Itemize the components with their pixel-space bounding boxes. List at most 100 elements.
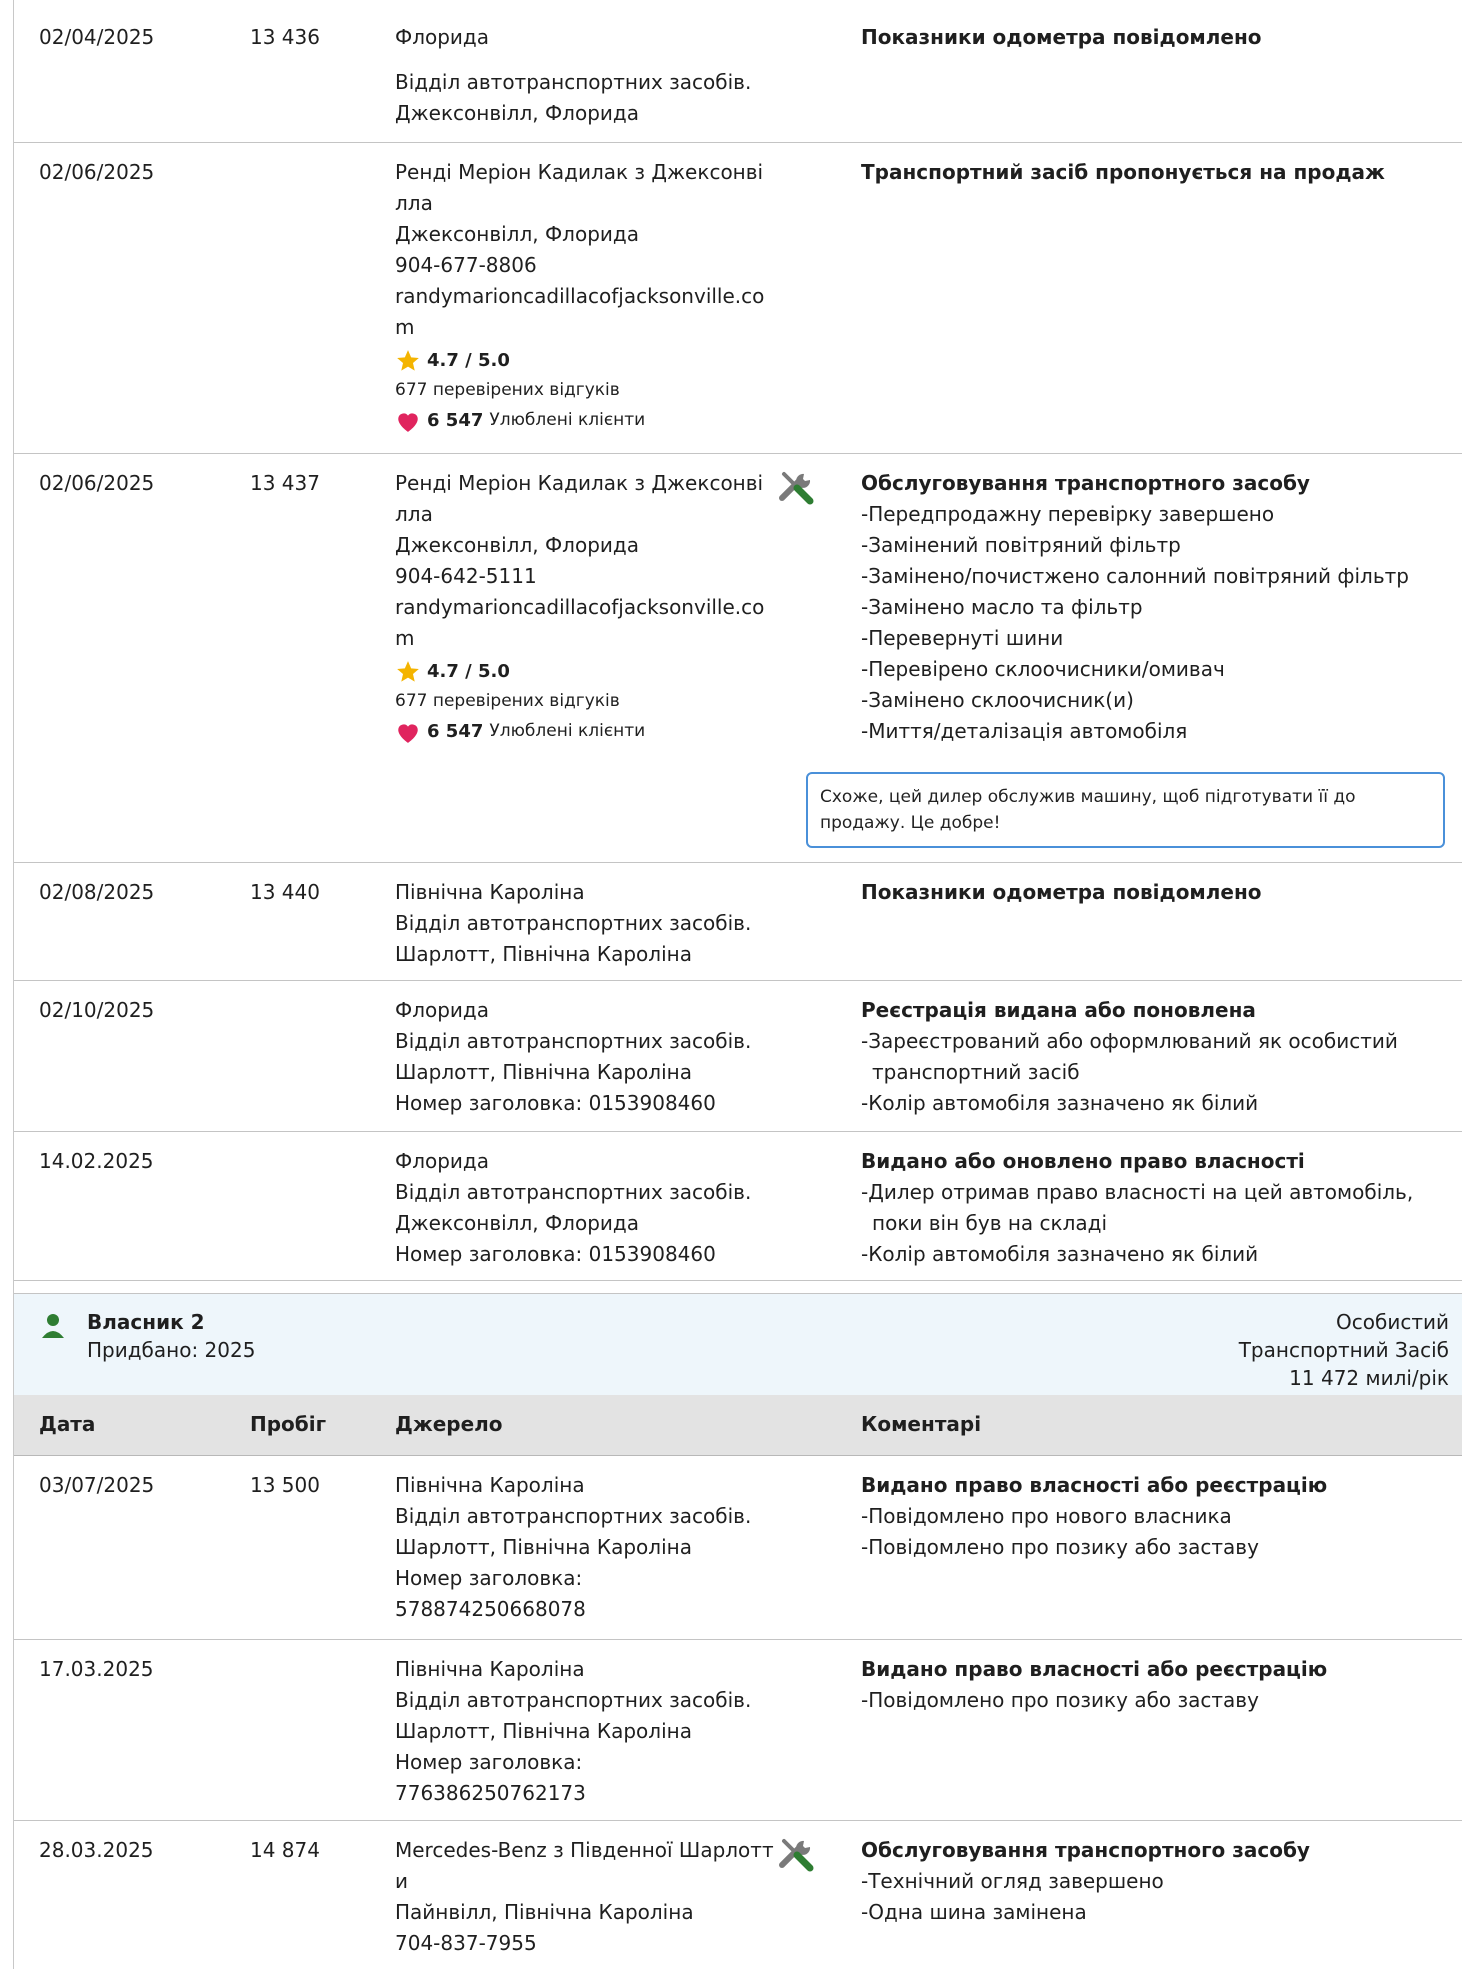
owner-summary: Особистий Транспортний Засіб 11 472 милі… <box>1239 1308 1449 1392</box>
comment-item: -Повідомлено про позику або заставу <box>861 1535 1259 1559</box>
comment-item: -Повідомлено про нового власника <box>861 1504 1232 1528</box>
source-line: Флорида <box>395 25 490 49</box>
phone-link[interactable]: 904-677-8806 <box>395 250 775 281</box>
rating-value: 4.7 / 5.0 <box>427 661 510 682</box>
history-row: 17.03.2025 Північна Кароліна Відділ авто… <box>14 1640 1462 1821</box>
owner-header: Власник 2 Придбано: 2025 Особистий Транс… <box>14 1293 1462 1396</box>
source-line: Флорида <box>395 1149 490 1173</box>
comment-item: -Повідомлено про позику або заставу <box>861 1688 1259 1712</box>
history-row: 02/04/2025 13 436 Флорида Відділ автотра… <box>14 0 1462 143</box>
source-line: Відділ автотранспортних засобів. <box>395 911 752 935</box>
title-number-label: Номер заголовка: <box>395 1750 583 1774</box>
row-mileage: 14 874 <box>250 1838 320 1862</box>
source-line: Північна Кароліна <box>395 1473 585 1497</box>
source-line: Джексонвілл, Флорида <box>395 533 639 557</box>
favorites-count: 6 547 <box>427 410 484 431</box>
source-line: Пайнвілл, Північна Кароліна <box>395 1900 694 1924</box>
reviews-link[interactable]: 677 перевірених відгуків <box>395 376 775 405</box>
source-line: Північна Кароліна <box>395 880 585 904</box>
source-line: Шарлотт, Північна Кароліна <box>395 1060 692 1084</box>
comment-title: Видано право власності або реєстрацію <box>861 1473 1328 1497</box>
dealer-name-link[interactable]: Mercedes-Benz з Південної Шарлотти <box>395 1835 775 1897</box>
row-source: Ренді Меріон Кадилак з Джексонвілла Джек… <box>395 468 775 747</box>
row-source: Флорида Відділ автотранспортних засобів.… <box>395 1146 775 1270</box>
comment-item: -Перевернуті шини <box>861 626 1064 650</box>
row-date: 28.03.2025 <box>39 1838 154 1862</box>
history-row: 03/07/2025 13 500 Північна Кароліна Відд… <box>14 1456 1462 1640</box>
dealer-name-link[interactable]: Ренді Меріон Кадилак з Джексонвілла <box>395 157 775 219</box>
source-line: Флорида <box>395 998 490 1022</box>
row-mileage: 13 440 <box>250 880 320 904</box>
favorites: 6 547 Улюблені клієнти <box>395 405 775 436</box>
row-comments: Транспортний засіб пропонується на прода… <box>861 157 1461 188</box>
wrench-screwdriver-icon <box>776 1835 818 1877</box>
mileage-rate: 11 472 милі/рік <box>1289 1366 1449 1390</box>
favorites-label: Улюблені клієнти <box>489 410 646 430</box>
comment-item: -Дилер отримав право власності на цей ав… <box>861 1180 1414 1235</box>
source-line: Джексонвілл, Флорида <box>395 222 639 246</box>
comment-title: Транспортний засіб пропонується на прода… <box>861 160 1385 184</box>
row-source: Ренді Меріон Кадилак з Джексонвілла Джек… <box>395 157 775 436</box>
row-mileage: 13 436 <box>250 25 320 49</box>
row-date: 03/07/2025 <box>39 1473 155 1497</box>
comment-title: Показники одометра повідомлено <box>861 880 1262 904</box>
title-number: Номер заголовка: 0153908460 <box>395 1242 716 1266</box>
favorites-label: Улюблені клієнти <box>489 721 646 741</box>
person-icon <box>42 1314 64 1338</box>
history-row: 14.02.2025 Флорида Відділ автотранспортн… <box>14 1132 1462 1281</box>
source-line: Джексонвілл, Флорида <box>395 101 639 125</box>
row-source: Північна Кароліна Відділ автотранспортни… <box>395 1654 775 1809</box>
comment-title: Показники одометра повідомлено <box>861 25 1262 49</box>
table-header: Дата Пробіг Джерело Коментарі <box>14 1395 1462 1456</box>
star-icon <box>397 660 419 682</box>
row-date: 02/06/2025 <box>39 160 155 184</box>
row-source: Mercedes-Benz з Південної Шарлотти Пайнв… <box>395 1835 775 1959</box>
phone-link[interactable]: 704-837-7955 <box>395 1928 775 1959</box>
column-header-mileage: Пробіг <box>250 1412 327 1436</box>
source-line: Відділ автотранспортних засобів. <box>395 1504 752 1528</box>
history-row: 28.03.2025 14 874 Mercedes-Benz з Півден… <box>14 1821 1462 1981</box>
comment-item: -Замінений повітряний фільтр <box>861 533 1181 557</box>
column-header-date: Дата <box>39 1412 96 1436</box>
history-row: 02/08/2025 13 440 Північна Кароліна Відд… <box>14 863 1462 981</box>
title-number: 776386250762173 <box>395 1781 586 1805</box>
website-link[interactable]: randymarioncadillacofjacksonville.com <box>395 592 775 654</box>
wrench-screwdriver-icon <box>776 468 818 510</box>
comment-item: -Перевірено склоочисники/омивач <box>861 657 1225 681</box>
website-link[interactable]: randymarioncadillacofjacksonville.com <box>395 281 775 343</box>
comment-item: -Замінено склоочисник(и) <box>861 688 1134 712</box>
row-comments: Видано право власності або реєстрацію -П… <box>861 1470 1461 1563</box>
title-number-label: Номер заголовка: <box>395 1566 583 1590</box>
source-line: Відділ автотранспортних засобів. <box>395 1029 752 1053</box>
dealer-service-note: Схоже, цей дилер обслужив машину, щоб пі… <box>806 772 1445 848</box>
row-comments: Видано або оновлено право власності -Дил… <box>861 1146 1451 1270</box>
history-row: 02/06/2025 13 437 Ренді Меріон Кадилак з… <box>14 454 1462 863</box>
row-comments: Обслуговування транспортного засобу -Пер… <box>861 468 1461 747</box>
row-date: 02/04/2025 <box>39 25 155 49</box>
row-source: Флорида Відділ автотранспортних засобів.… <box>395 22 775 129</box>
comment-title: Видано право власності або реєстрацію <box>861 1657 1328 1681</box>
row-source: Північна Кароліна Відділ автотранспортни… <box>395 877 775 970</box>
star-icon <box>397 349 419 371</box>
vehicle-use-type: Особистий <box>1336 1310 1449 1334</box>
comment-title: Видано або оновлено право власності <box>861 1149 1305 1173</box>
dealer-rating: 4.7 / 5.0 <box>395 345 775 376</box>
source-line: Джексонвілл, Флорида <box>395 1211 639 1235</box>
owner-acquired: Придбано: 2025 <box>87 1338 256 1362</box>
comment-title: Обслуговування транспортного засобу <box>861 471 1310 495</box>
source-line: Шарлотт, Північна Кароліна <box>395 1719 692 1743</box>
column-header-source: Джерело <box>395 1412 503 1436</box>
comment-item: -Одна шина замінена <box>861 1900 1087 1924</box>
rating-value: 4.7 / 5.0 <box>427 350 510 371</box>
comment-title: Реєстрація видана або поновлена <box>861 998 1256 1022</box>
row-source: Північна Кароліна Відділ автотранспортни… <box>395 1470 775 1625</box>
dealer-name-link[interactable]: Ренді Меріон Кадилак з Джексонвілла <box>395 468 775 530</box>
row-date: 17.03.2025 <box>39 1657 154 1681</box>
phone-link[interactable]: 904-642-5111 <box>395 561 775 592</box>
row-comments: Обслуговування транспортного засобу -Тех… <box>861 1835 1461 1928</box>
reviews-link[interactable]: 677 перевірених відгуків <box>395 687 775 716</box>
history-panel: 02/04/2025 13 436 Флорида Відділ автотра… <box>13 0 1462 1969</box>
favorites: 6 547 Улюблені клієнти <box>395 716 775 747</box>
comment-item: -Зареєстрований або оформлюваний як особ… <box>861 1029 1398 1084</box>
comment-item: -Технічний огляд завершено <box>861 1869 1164 1893</box>
